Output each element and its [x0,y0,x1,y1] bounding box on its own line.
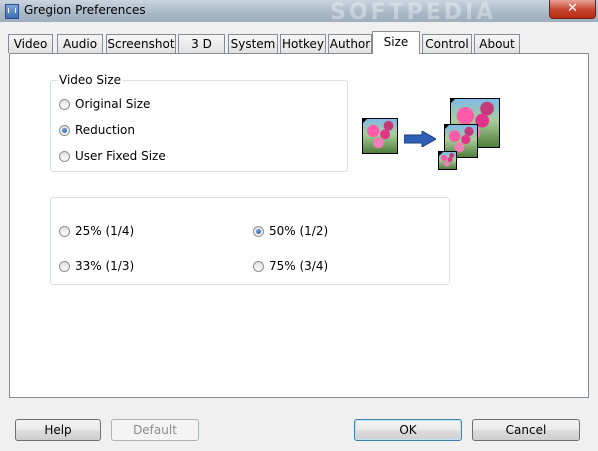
original-size-label: Original Size [75,97,151,111]
tab-system[interactable]: System [228,34,278,53]
radio-button-selected[interactable] [253,226,264,237]
video-size-group: Video Size Original Size Reduction User … [50,73,348,172]
radio-button[interactable] [59,151,70,162]
button-bar: Help Default OK Cancel [0,407,598,451]
video-size-legend: Video Size [57,73,124,87]
ratio-25-label: 25% (1/4) [75,224,135,238]
reduction-radio[interactable]: Reduction [59,123,135,137]
tab-hotkey[interactable]: Hotkey [280,34,326,53]
flower-thumbnail-icon [362,118,398,154]
radio-button-selected[interactable] [59,125,70,136]
tab-control[interactable]: Control [422,34,472,53]
radio-button[interactable] [59,261,70,272]
help-button[interactable]: Help [15,419,101,441]
title-bar: Gregion Preferences SOFTPEDIA ✕ [0,0,598,25]
ratio-50-radio[interactable]: 50% (1/2) [253,224,328,238]
app-icon [5,4,19,19]
tab-3d[interactable]: 3 D [178,34,225,53]
tab-audio[interactable]: Audio [57,34,103,53]
close-icon: ✕ [567,1,578,16]
window-title: Gregion Preferences [24,3,146,17]
user-fixed-size-label: User Fixed Size [75,149,166,163]
ratio-50-label: 50% (1/2) [269,224,329,238]
preferences-dialog: Video Audio Screenshot 3 D System Hotkey… [0,22,598,451]
tab-screenshot[interactable]: Screenshot [106,34,176,53]
ratio-75-label: 75% (3/4) [269,259,329,273]
reduction-ratio-group: 25% (1/4) 50% (1/2) 33% (1/3) 75% (3/4) [50,197,450,285]
tab-about[interactable]: About [474,34,520,53]
ratio-75-radio[interactable]: 75% (3/4) [253,259,328,273]
reduction-label: Reduction [75,123,135,137]
size-tab-panel: Video Size Original Size Reduction User … [9,53,589,398]
tab-video[interactable]: Video [8,34,53,53]
ok-button[interactable]: OK [354,419,462,441]
radio-button[interactable] [59,99,70,110]
close-button[interactable]: ✕ [549,0,596,19]
small-thumbnail-icon [438,151,457,170]
radio-button[interactable] [253,261,264,272]
radio-button[interactable] [59,226,70,237]
ratio-33-radio[interactable]: 33% (1/3) [59,259,134,273]
user-fixed-size-radio[interactable]: User Fixed Size [59,149,166,163]
original-size-radio[interactable]: Original Size [59,97,150,111]
tab-size[interactable]: Size [372,31,420,54]
tab-author[interactable]: Author [328,34,372,53]
ratio-25-radio[interactable]: 25% (1/4) [59,224,134,238]
cancel-button[interactable]: Cancel [472,419,580,441]
default-button[interactable]: Default [111,419,199,441]
right-arrow-icon [404,131,436,147]
ratio-33-label: 33% (1/3) [75,259,135,273]
